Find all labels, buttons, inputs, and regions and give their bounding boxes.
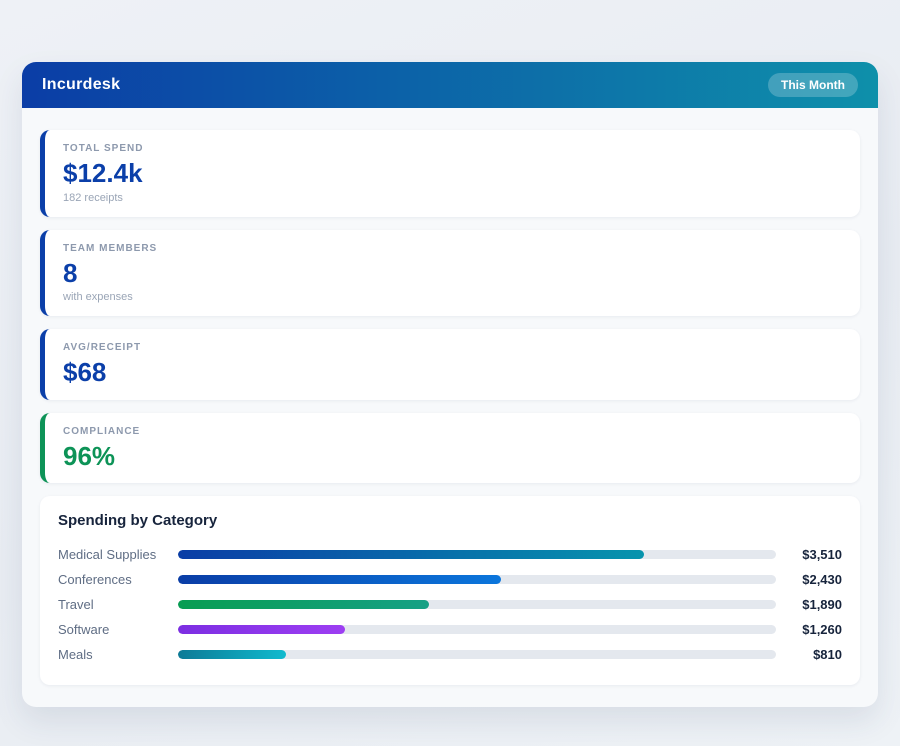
- category-bar-fill: [178, 575, 501, 584]
- stat-value: $12.4k: [63, 159, 842, 188]
- stat-card: COMPLIANCE 96%: [40, 413, 860, 484]
- category-label: Travel: [58, 597, 178, 612]
- category-bar-fill: [178, 600, 429, 609]
- stat-value: 96%: [63, 442, 842, 471]
- category-row: Conferences $2,430: [58, 567, 842, 592]
- app-header: Incurdesk This Month: [22, 62, 878, 108]
- stat-label: TOTAL SPEND: [63, 143, 842, 154]
- stat-label: TEAM MEMBERS: [63, 243, 842, 254]
- category-bar-fill: [178, 650, 286, 659]
- stat-subtext: 182 receipts: [63, 192, 842, 204]
- category-row: Travel $1,890: [58, 592, 842, 617]
- incurdesk-panel: Incurdesk This Month TOTAL SPEND $12.4k …: [22, 62, 878, 707]
- category-value: $2,430: [784, 572, 842, 587]
- category-bar-fill: [178, 625, 345, 634]
- stat-value: 8: [63, 259, 842, 288]
- stat-label: COMPLIANCE: [63, 426, 842, 437]
- category-row: Medical Supplies $3,510: [58, 542, 842, 567]
- category-bar-fill: [178, 550, 644, 559]
- category-value: $3,510: [784, 547, 842, 562]
- category-value: $1,260: [784, 622, 842, 637]
- stat-card: AVG/RECEIPT $68: [40, 329, 860, 400]
- period-badge[interactable]: This Month: [768, 73, 858, 97]
- stat-card: TEAM MEMBERS 8 with expenses: [40, 230, 860, 317]
- category-bar-track: [178, 550, 776, 559]
- category-label: Software: [58, 622, 178, 637]
- app-title: Incurdesk: [42, 76, 120, 94]
- section-title: Spending by Category: [58, 512, 842, 529]
- category-bar-track: [178, 650, 776, 659]
- category-value: $1,890: [784, 597, 842, 612]
- category-row: Software $1,260: [58, 617, 842, 642]
- category-rows: Medical Supplies $3,510 Conferences $2,4…: [58, 542, 842, 667]
- stat-subtext: with expenses: [63, 291, 842, 303]
- category-label: Medical Supplies: [58, 547, 178, 562]
- spending-by-category-card: Spending by Category Medical Supplies $3…: [40, 496, 860, 685]
- stat-label: AVG/RECEIPT: [63, 342, 842, 353]
- stats-list: TOTAL SPEND $12.4k 182 receipts TEAM MEM…: [40, 130, 860, 483]
- category-label: Conferences: [58, 572, 178, 587]
- category-bar-track: [178, 625, 776, 634]
- category-bar-track: [178, 600, 776, 609]
- category-row: Meals $810: [58, 642, 842, 667]
- category-value: $810: [784, 647, 842, 662]
- stat-value: $68: [63, 358, 842, 387]
- category-label: Meals: [58, 647, 178, 662]
- panel-body: TOTAL SPEND $12.4k 182 receipts TEAM MEM…: [22, 108, 878, 707]
- stat-card: TOTAL SPEND $12.4k 182 receipts: [40, 130, 860, 217]
- category-bar-track: [178, 575, 776, 584]
